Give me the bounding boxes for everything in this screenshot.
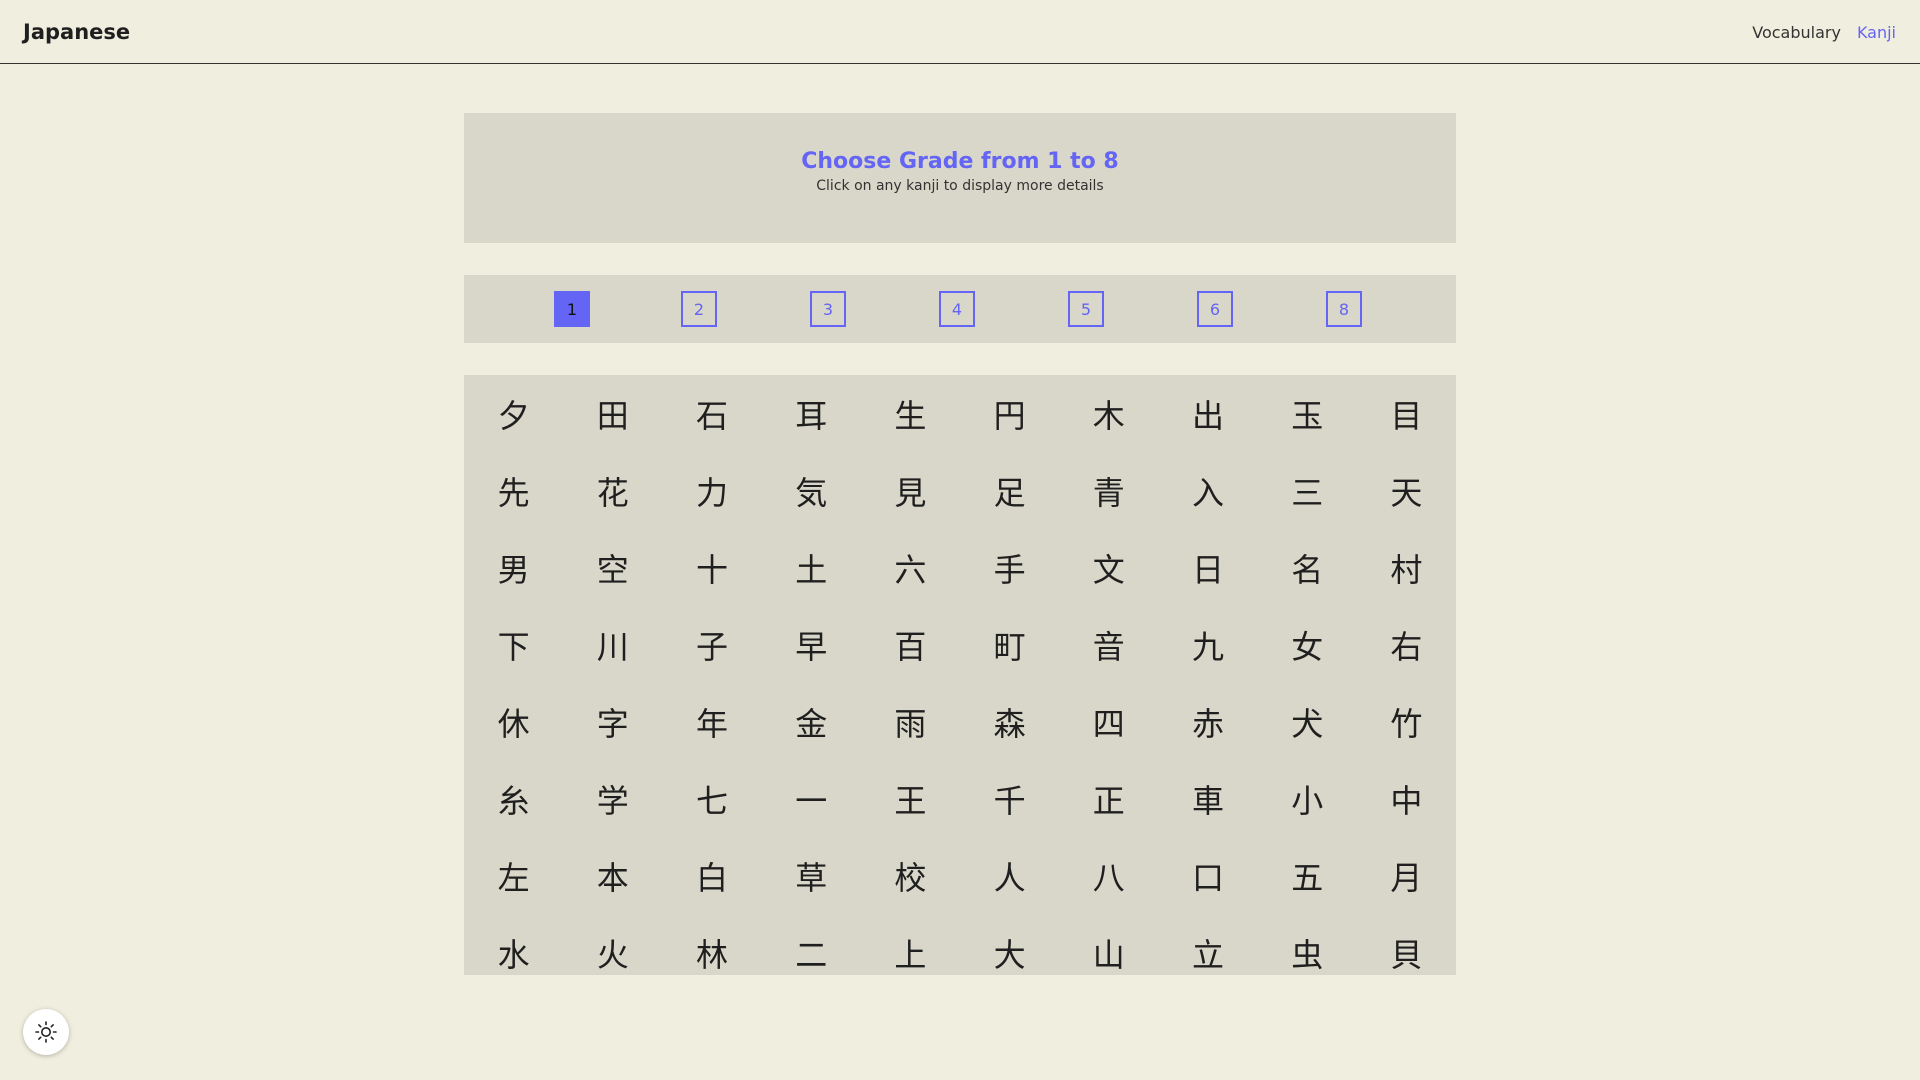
kanji-cell[interactable]: 火	[563, 914, 662, 975]
grade-button-4[interactable]: 4	[939, 291, 975, 327]
kanji-cell[interactable]: 夕	[464, 375, 563, 452]
kanji-cell[interactable]: 男	[464, 529, 563, 606]
kanji-cell[interactable]: 八	[1059, 837, 1158, 914]
kanji-cell[interactable]: 赤	[1158, 683, 1257, 760]
kanji-cell[interactable]: 耳	[762, 375, 861, 452]
grade-selector: 1 2 3 4 5 6 8	[464, 275, 1456, 343]
kanji-cell[interactable]: 字	[563, 683, 662, 760]
kanji-cell[interactable]: 千	[960, 760, 1059, 837]
kanji-cell[interactable]: 空	[563, 529, 662, 606]
kanji-cell[interactable]: 大	[960, 914, 1059, 975]
kanji-cell[interactable]: 貝	[1357, 914, 1456, 975]
kanji-cell[interactable]: 正	[1059, 760, 1158, 837]
kanji-cell[interactable]: 水	[464, 914, 563, 975]
kanji-cell[interactable]: 雨	[861, 683, 960, 760]
kanji-cell[interactable]: 竹	[1357, 683, 1456, 760]
kanji-cell[interactable]: 校	[861, 837, 960, 914]
kanji-cell[interactable]: 十	[662, 529, 761, 606]
kanji-cell[interactable]: 七	[662, 760, 761, 837]
kanji-cell[interactable]: 口	[1158, 837, 1257, 914]
kanji-cell[interactable]: 左	[464, 837, 563, 914]
kanji-cell[interactable]: 石	[662, 375, 761, 452]
main-nav: Vocabulary Kanji	[1752, 23, 1896, 42]
kanji-cell[interactable]: 五	[1258, 837, 1357, 914]
kanji-cell[interactable]: 虫	[1258, 914, 1357, 975]
kanji-cell[interactable]: 年	[662, 683, 761, 760]
kanji-cell[interactable]: 土	[762, 529, 861, 606]
kanji-cell[interactable]: 文	[1059, 529, 1158, 606]
kanji-cell[interactable]: 犬	[1258, 683, 1357, 760]
kanji-cell[interactable]: 川	[563, 606, 662, 683]
nav-kanji[interactable]: Kanji	[1857, 23, 1896, 42]
kanji-cell[interactable]: 学	[563, 760, 662, 837]
kanji-cell[interactable]: 四	[1059, 683, 1158, 760]
kanji-cell[interactable]: 上	[861, 914, 960, 975]
kanji-cell[interactable]: 名	[1258, 529, 1357, 606]
kanji-cell[interactable]: 山	[1059, 914, 1158, 975]
sun-icon	[35, 1021, 57, 1043]
kanji-cell[interactable]: 中	[1357, 760, 1456, 837]
kanji-cell[interactable]: 目	[1357, 375, 1456, 452]
kanji-cell[interactable]: 三	[1258, 452, 1357, 529]
kanji-cell[interactable]: 花	[563, 452, 662, 529]
kanji-cell[interactable]: 玉	[1258, 375, 1357, 452]
kanji-cell[interactable]: 九	[1158, 606, 1257, 683]
kanji-cell[interactable]: 小	[1258, 760, 1357, 837]
kanji-cell[interactable]: 早	[762, 606, 861, 683]
kanji-cell[interactable]: 本	[563, 837, 662, 914]
kanji-cell[interactable]: 気	[762, 452, 861, 529]
kanji-cell[interactable]: 手	[960, 529, 1059, 606]
grade-button-1[interactable]: 1	[554, 291, 590, 327]
kanji-cell[interactable]: 木	[1059, 375, 1158, 452]
grade-button-6[interactable]: 6	[1197, 291, 1233, 327]
kanji-cell[interactable]: 糸	[464, 760, 563, 837]
kanji-cell[interactable]: 力	[662, 452, 761, 529]
kanji-cell[interactable]: 車	[1158, 760, 1257, 837]
kanji-cell[interactable]: 白	[662, 837, 761, 914]
kanji-cell[interactable]: 子	[662, 606, 761, 683]
kanji-cell[interactable]: 音	[1059, 606, 1158, 683]
kanji-cell[interactable]: 立	[1158, 914, 1257, 975]
kanji-cell[interactable]: 人	[960, 837, 1059, 914]
grade-intro-panel: Choose Grade from 1 to 8 Click on any ka…	[464, 113, 1456, 243]
kanji-cell[interactable]: 足	[960, 452, 1059, 529]
kanji-cell[interactable]: 王	[861, 760, 960, 837]
kanji-cell[interactable]: 見	[861, 452, 960, 529]
kanji-cell[interactable]: 金	[762, 683, 861, 760]
kanji-cell[interactable]: 青	[1059, 452, 1158, 529]
kanji-cell[interactable]: 草	[762, 837, 861, 914]
kanji-cell[interactable]: 日	[1158, 529, 1257, 606]
kanji-cell[interactable]: 月	[1357, 837, 1456, 914]
top-bar: Japanese Vocabulary Kanji	[0, 0, 1920, 64]
theme-toggle-button[interactable]	[23, 1009, 69, 1055]
nav-vocabulary[interactable]: Vocabulary	[1752, 23, 1841, 42]
kanji-cell[interactable]: 町	[960, 606, 1059, 683]
grade-button-8[interactable]: 8	[1326, 291, 1362, 327]
kanji-cell[interactable]: 百	[861, 606, 960, 683]
intro-title: Choose Grade from 1 to 8	[801, 149, 1119, 174]
kanji-cell[interactable]: 天	[1357, 452, 1456, 529]
kanji-cell[interactable]: 六	[861, 529, 960, 606]
intro-subtitle: Click on any kanji to display more detai…	[816, 178, 1104, 194]
kanji-cell[interactable]: 円	[960, 375, 1059, 452]
kanji-cell[interactable]: 林	[662, 914, 761, 975]
grade-button-3[interactable]: 3	[810, 291, 846, 327]
kanji-cell[interactable]: 休	[464, 683, 563, 760]
kanji-cell[interactable]: 一	[762, 760, 861, 837]
kanji-cell[interactable]: 先	[464, 452, 563, 529]
kanji-cell[interactable]: 出	[1158, 375, 1257, 452]
kanji-cell[interactable]: 森	[960, 683, 1059, 760]
brand-title[interactable]: Japanese	[23, 20, 130, 44]
kanji-cell[interactable]: 下	[464, 606, 563, 683]
kanji-cell[interactable]: 右	[1357, 606, 1456, 683]
grade-button-5[interactable]: 5	[1068, 291, 1104, 327]
kanji-cell[interactable]: 村	[1357, 529, 1456, 606]
kanji-cell[interactable]: 二	[762, 914, 861, 975]
kanji-cell[interactable]: 田	[563, 375, 662, 452]
grade-button-2[interactable]: 2	[681, 291, 717, 327]
kanji-cell[interactable]: 女	[1258, 606, 1357, 683]
kanji-grid: 夕田石耳生円木出玉目先花力気見足青入三天男空十土六手文日名村下川子早百町音九女右…	[464, 375, 1456, 975]
kanji-cell[interactable]: 入	[1158, 452, 1257, 529]
kanji-cell[interactable]: 生	[861, 375, 960, 452]
